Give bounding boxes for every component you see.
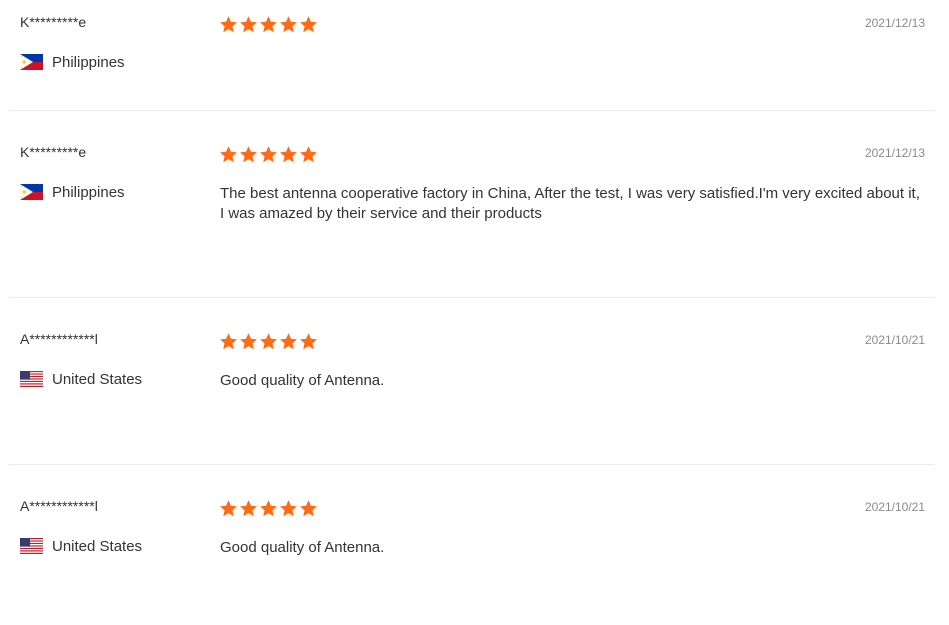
star-icon bbox=[259, 332, 278, 351]
star-icon bbox=[279, 15, 298, 34]
reviewer-name: K*********e bbox=[20, 144, 87, 160]
star-icon bbox=[219, 145, 238, 164]
star-icon bbox=[279, 499, 298, 518]
star-icon bbox=[219, 15, 238, 34]
review-text: Good quality of Antenna. bbox=[220, 372, 385, 389]
reviewer-country: Philippines bbox=[20, 52, 125, 72]
star-icon bbox=[259, 15, 278, 34]
review-item: A************l 2021/10/21 United States … bbox=[0, 484, 949, 625]
star-icon bbox=[239, 499, 258, 518]
star-icon bbox=[219, 499, 238, 518]
star-icon bbox=[219, 332, 238, 351]
star-icon bbox=[299, 499, 318, 518]
star-icon bbox=[259, 145, 278, 164]
star-icon bbox=[279, 145, 298, 164]
review-text: The best antenna cooperative factory in … bbox=[220, 185, 935, 222]
review-date: 2021/10/21 bbox=[864, 333, 925, 347]
star-icon bbox=[239, 15, 258, 34]
star-icon bbox=[259, 499, 278, 518]
country-label: United States bbox=[52, 537, 143, 555]
reviewer-country: United States bbox=[20, 369, 142, 389]
united-states-flag-icon bbox=[20, 371, 43, 387]
star-icon bbox=[299, 332, 318, 351]
review-divider bbox=[9, 297, 935, 298]
country-label: Philippines bbox=[52, 183, 125, 201]
country-label: Philippines bbox=[52, 53, 125, 71]
star-icon bbox=[239, 145, 258, 164]
star-rating bbox=[219, 145, 318, 164]
star-icon bbox=[279, 332, 298, 351]
review-item: K*********e 2021/12/13 Philippines The b… bbox=[0, 130, 949, 297]
review-item: A************l 2021/10/21 United States … bbox=[0, 317, 949, 464]
star-icon bbox=[299, 145, 318, 164]
review-item: K*********e 2021/12/13 Philippines bbox=[0, 0, 949, 111]
reviewer-country: Philippines bbox=[20, 182, 125, 202]
review-divider bbox=[9, 110, 935, 111]
reviewer-name: A************l bbox=[20, 331, 98, 347]
reviewer-name: A************l bbox=[20, 498, 98, 514]
review-date: 2021/12/13 bbox=[864, 146, 925, 160]
review-date: 2021/10/21 bbox=[864, 500, 925, 514]
star-rating bbox=[219, 499, 318, 518]
reviewer-country: United States bbox=[20, 536, 142, 556]
star-rating bbox=[219, 332, 318, 351]
united-states-flag-icon bbox=[20, 538, 43, 554]
review-divider bbox=[9, 464, 935, 465]
philippines-flag-icon bbox=[20, 54, 43, 70]
review-text: Good quality of Antenna. bbox=[220, 539, 385, 556]
star-icon bbox=[239, 332, 258, 351]
star-icon bbox=[299, 15, 318, 34]
star-rating bbox=[219, 15, 318, 34]
review-date: 2021/12/13 bbox=[864, 16, 925, 30]
reviewer-name: K*********e bbox=[20, 14, 87, 30]
country-label: United States bbox=[52, 370, 143, 388]
philippines-flag-icon bbox=[20, 184, 43, 200]
